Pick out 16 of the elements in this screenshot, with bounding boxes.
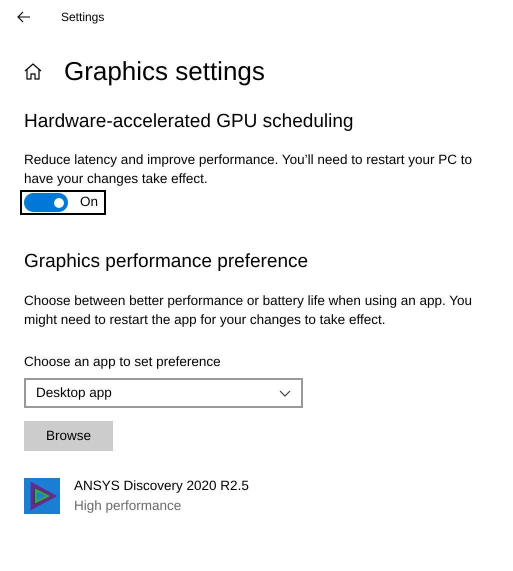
field-label: Choose an app to set preference [24, 353, 222, 371]
home-icon[interactable] [24, 62, 42, 80]
back-arrow-icon[interactable] [17, 11, 31, 23]
browse-button[interactable]: Browse [24, 421, 113, 451]
section-description: Reduce latency and improve performance. You’ll need to restart your PC to have your changes take effect. [24, 151, 473, 188]
section-heading: Hardware-accelerated GPU scheduling [24, 110, 354, 134]
window-title: Settings [61, 9, 104, 26]
app-icon[interactable] [24, 478, 60, 514]
section-heading: Graphics performance preference [24, 250, 310, 274]
page-title: Graphics settings [64, 55, 265, 88]
app-type-dropdown[interactable]: Desktop app [24, 378, 303, 408]
toggle-switch[interactable]: On [20, 190, 106, 215]
app-name: ANSYS Discovery 2020 R2.5 [74, 477, 249, 495]
chevron-down-icon [279, 390, 291, 396]
app-preference: High performance [74, 497, 182, 515]
section-description: Choose between better performance or battery life when using an app. You might need to restart the app for your changes to take effect. [24, 292, 474, 329]
